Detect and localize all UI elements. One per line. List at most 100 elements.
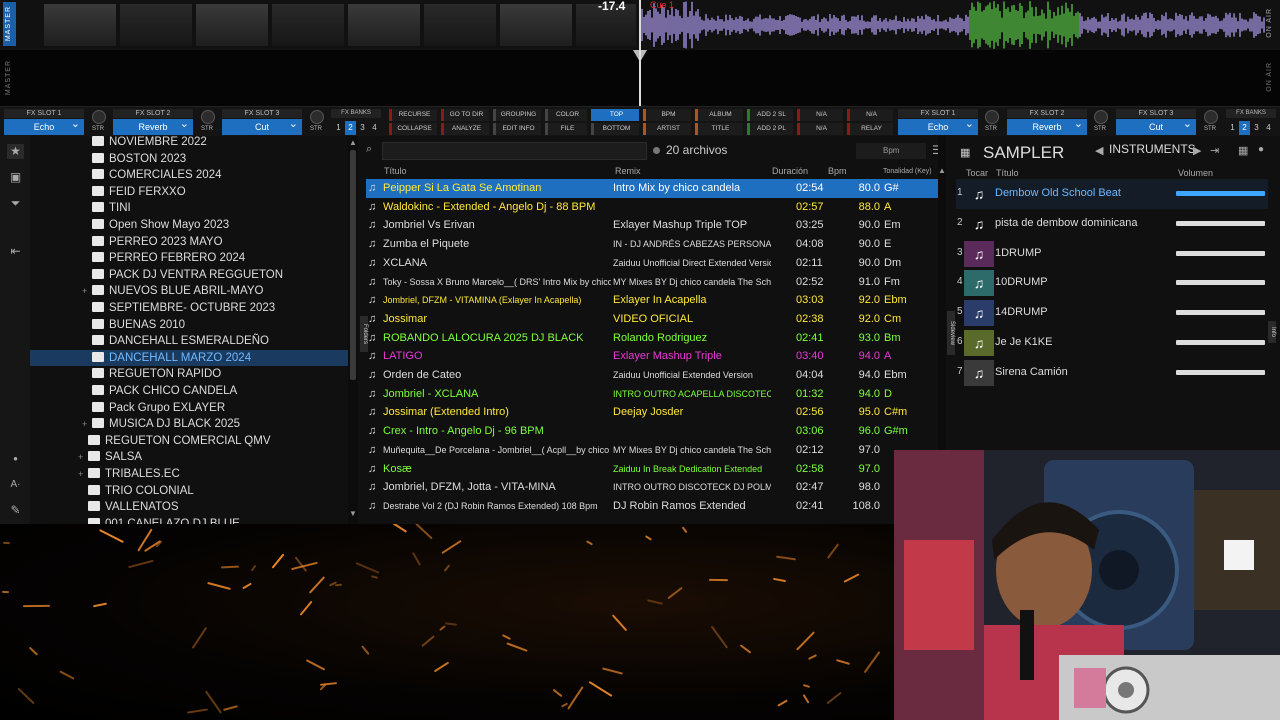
relay-button[interactable]: RELAY (847, 123, 893, 135)
song-row[interactable]: ♫ Waldokinc - Extended - Angelo Dj - 88 B… (366, 198, 938, 217)
song-row[interactable]: ♫ Jombriel, DFZM - VITAMINA (Exlayer In A… (366, 291, 938, 310)
fx-knob[interactable] (1204, 110, 1218, 124)
back-icon[interactable]: ⇤ (7, 244, 24, 259)
edit-icon[interactable]: ✎ (7, 503, 24, 518)
fx-slot-3-left[interactable]: FX SLOT 3 Cut (222, 107, 302, 137)
col-duration[interactable]: Duración (772, 166, 808, 176)
edit-info-button[interactable]: EDIT INFO (493, 123, 541, 135)
expand-icon[interactable]: + (78, 466, 88, 483)
fx-slot-select[interactable]: Echo (898, 116, 978, 135)
sideview-side-tab[interactable]: Sideview (947, 311, 955, 355)
sampler-volume-slider[interactable] (1176, 340, 1265, 345)
song-row[interactable]: ♫ Jombriel - XCLANA INTRO OUTRO ACAPELLA D… (366, 385, 938, 404)
scroll-up-icon[interactable]: ▲ (938, 166, 946, 175)
sampler-volume-slider[interactable] (1176, 250, 1265, 256)
search-input[interactable] (382, 142, 647, 160)
sampler-row[interactable]: 3 ♫ 1DRUMP (956, 239, 1268, 269)
scroll-down-icon[interactable]: ▼ (348, 509, 358, 518)
song-row[interactable]: ♫ Jombriel Vs Erivan Exlayer Mashup Triple… (366, 216, 938, 235)
title-sort-button[interactable]: TITLE (695, 123, 743, 135)
folder-item[interactable]: TRIO COLONIAL (30, 483, 348, 500)
sampler-play-icon[interactable]: ♫ (964, 181, 994, 207)
fx-knob[interactable] (1094, 110, 1108, 124)
folder-item[interactable]: PACK CHICO CANDELA (30, 383, 348, 400)
fx-bank-3[interactable]: 3 (1251, 121, 1262, 135)
sampler-row[interactable]: 5 ♫ 14DRUMP (956, 298, 1268, 328)
top-button[interactable]: TOP (591, 109, 639, 121)
fx-knob[interactable] (92, 110, 106, 124)
sampler-bank-select[interactable]: INSTRUMENTS (1109, 142, 1219, 160)
fx-knob[interactable] (985, 110, 999, 124)
folder-item[interactable]: NOVIEMBRE 2022 (30, 136, 348, 151)
sampler-play-icon[interactable]: ♫ (964, 210, 994, 237)
fx-bank-1[interactable]: 1 (333, 121, 344, 135)
song-row[interactable]: ♫ Jossimar VIDEO OFICIAL 02:38 92.0 Cm (366, 310, 938, 329)
folder-item[interactable]: BOSTON 2023 (30, 151, 348, 168)
fx-bank-2[interactable]: 2 (345, 121, 356, 135)
fx-knob[interactable] (310, 110, 324, 124)
filter-icon[interactable]: ⏷ (7, 196, 24, 211)
song-row[interactable]: ♫ LATIGO Exlayer Mashup Triple 03:40 94.0 A (366, 347, 938, 366)
expand-icon[interactable]: + (78, 449, 88, 466)
sampler-row[interactable]: 4 ♫ 10DRUMP (956, 268, 1268, 298)
collapse-button[interactable]: COLLAPSE (389, 123, 437, 135)
folder-item[interactable]: + SALSA (30, 449, 348, 466)
add-2-sl-button[interactable]: ADD 2 SL (747, 109, 793, 121)
favorites-icon[interactable]: ★ (7, 144, 24, 159)
folder-item[interactable]: Open Show Mayo 2023 (30, 217, 348, 234)
folder-item[interactable]: + NUEVOS BLUE ABRIL-MAYO (30, 283, 348, 300)
fx-bank-1[interactable]: 1 (1227, 121, 1238, 135)
folder-item[interactable]: COMERCIALES 2024 (30, 167, 348, 184)
col-bpm[interactable]: Bpm (828, 166, 847, 176)
scroll-up-icon[interactable]: ▲ (348, 138, 358, 147)
song-row[interactable]: ♫ Crex - Intro - Angelo Dj - 96 BPM 03:06 9… (366, 422, 938, 441)
folder-item[interactable]: Pack Grupo EXLAYER (30, 400, 348, 417)
folder-item[interactable]: + TRIBALES.EC (30, 466, 348, 483)
next-bank-icon[interactable]: ▶ (1193, 144, 1201, 157)
sampler-grid-icon[interactable]: ▦ (960, 146, 970, 159)
fx-bank-3[interactable]: 3 (357, 121, 368, 135)
folder-item[interactable]: PERREO 2023 MAYO (30, 234, 348, 251)
fx-slot-select[interactable]: Reverb (113, 116, 193, 135)
bpm-sort-button[interactable]: BPM (643, 109, 691, 121)
sampler-row[interactable]: 6 ♫ Je Je K1KE (956, 328, 1268, 358)
song-row[interactable]: ♫ Jossimar (Extended Intro) Deejay Josder 0… (366, 403, 938, 422)
na-button-2[interactable]: N/A (847, 109, 893, 121)
sampler-volume-slider[interactable] (1176, 191, 1265, 196)
folder-item[interactable]: DANCEHALL ESMERALDEÑO (30, 333, 348, 350)
folder-item[interactable]: VALLENATOS (30, 499, 348, 516)
sampler-layout-icon[interactable]: ▦ (1238, 144, 1248, 157)
sampler-volume-slider[interactable] (1176, 310, 1265, 316)
fx-slot-select[interactable]: Cut (222, 116, 302, 135)
sampler-play-icon[interactable]: ♫ (964, 359, 994, 386)
folder-scrollbar[interactable]: ▲ ▼ (348, 136, 358, 524)
sampler-row[interactable]: 2 ♫ pista de dembow dominicana (956, 209, 1268, 239)
folder-item[interactable]: BUENAS 2010 (30, 317, 348, 334)
prev-bank-icon[interactable]: ◀ (1095, 144, 1103, 157)
add-2-pl-button[interactable]: ADD 2 PL (747, 123, 793, 135)
fx-bank-4[interactable]: 4 (369, 121, 380, 135)
na-button-1[interactable]: N/A (797, 109, 843, 121)
artist-sort-button[interactable]: ARTIST (643, 123, 691, 135)
song-row[interactable]: ♫ ROBANDO LALOCURA 2025 DJ BLACK Rolando R… (366, 329, 938, 348)
info-side-tab[interactable]: Info (1268, 321, 1276, 343)
album-sort-button[interactable]: ALBUM (695, 109, 743, 121)
fx-bank-2[interactable]: 2 (1239, 121, 1250, 135)
fx-bank-4[interactable]: 4 (1263, 121, 1274, 135)
fx-slot-3-right[interactable]: FX SLOT 3 Cut (1116, 107, 1196, 137)
fx-slot-2-right[interactable]: FX SLOT 2 Reverb (1007, 107, 1087, 137)
sampler-play-icon[interactable]: ♫ (964, 300, 994, 327)
sampler-options-icon[interactable]: ● (1258, 144, 1264, 155)
go-to-dir-button[interactable]: GO TO DIR (441, 109, 489, 121)
fx-slot-2-left[interactable]: FX SLOT 2 Reverb (113, 107, 193, 137)
bpm-filter-dropdown[interactable]: Bpm (856, 143, 926, 159)
file-rating-button[interactable]: FILE RATING (545, 123, 587, 144)
song-row[interactable]: ♫ XCLANA Zaiduu Unofficial Direct Extended… (366, 254, 938, 273)
scroll-thumb[interactable] (350, 150, 356, 380)
fx-slot-1-left[interactable]: FX SLOT 1 Echo (4, 107, 84, 137)
bottom-button[interactable]: BOTTOM (591, 123, 639, 135)
folder-item[interactable]: + MUSICA DJ BLACK 2025 (30, 416, 348, 433)
col-key[interactable]: Tonalidad (Key) (883, 168, 932, 175)
folder-item[interactable]: SEPTIEMBRE- OCTUBRE 2023 (30, 300, 348, 317)
folder-item[interactable]: DANCEHALL MARZO 2024 (30, 349, 348, 367)
